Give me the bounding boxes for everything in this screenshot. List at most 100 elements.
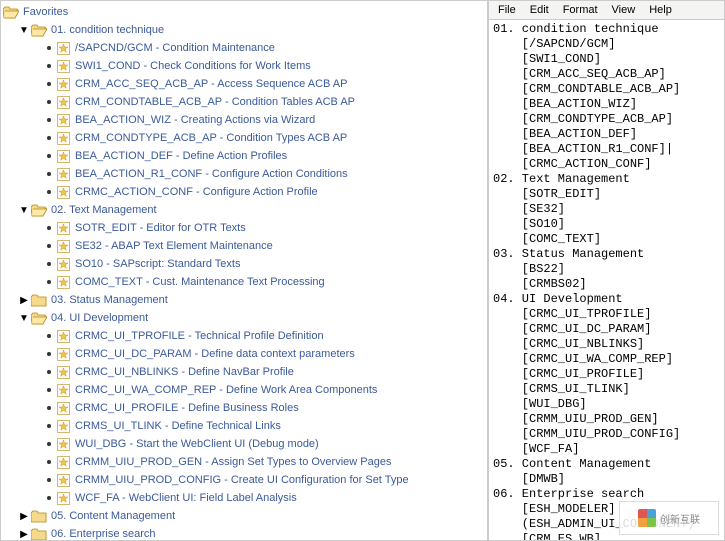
tree-item[interactable]: CRMC_UI_PROFILE - Define Business Roles <box>1 399 487 417</box>
favorite-star-icon <box>55 113 71 127</box>
favorite-star-icon <box>55 365 71 379</box>
tree-item[interactable]: /SAPCND/GCM - Condition Maintenance <box>1 39 487 57</box>
favorite-star-icon <box>55 383 71 397</box>
tree-item[interactable]: BEA_ACTION_WIZ - Creating Actions via Wi… <box>1 111 487 129</box>
tree-item-label: SOTR_EDIT - Editor for OTR Texts <box>75 222 246 234</box>
tree-item-label: CRM_CONDTYPE_ACB_AP - Condition Types AC… <box>75 132 347 144</box>
tree-item-label: CRMM_UIU_PROD_CONFIG - Create UI Configu… <box>75 474 409 486</box>
bullet-icon <box>47 64 51 68</box>
favorite-star-icon <box>55 77 71 91</box>
tree-folder[interactable]: ▶ 05. Content Management <box>1 507 487 525</box>
tree-item-label: CRMM_UIU_PROD_GEN - Assign Set Types to … <box>75 456 391 468</box>
bullet-icon <box>47 442 51 446</box>
tree-folder-label: 03. Status Management <box>51 294 168 306</box>
bullet-icon <box>47 226 51 230</box>
tree-item-label: SO10 - SAPscript: Standard Texts <box>75 258 240 270</box>
favorite-star-icon <box>55 401 71 415</box>
tree-item[interactable]: CRMC_ACTION_CONF - Configure Action Prof… <box>1 183 487 201</box>
menu-file[interactable]: File <box>493 3 521 17</box>
watermark: 创新互联 <box>619 501 719 535</box>
favorite-star-icon <box>55 149 71 163</box>
bullet-icon <box>47 154 51 158</box>
tree-item[interactable]: WCF_FA - WebClient UI: Field Label Analy… <box>1 489 487 507</box>
expand-toggle-icon[interactable]: ▶ <box>19 295 29 306</box>
tree-folder[interactable]: ▼ 04. UI Development <box>1 309 487 327</box>
tree-item-label: CRMC_UI_DC_PARAM - Define data context p… <box>75 348 355 360</box>
bullet-icon <box>47 370 51 374</box>
tree-item[interactable]: CRMM_UIU_PROD_GEN - Assign Set Types to … <box>1 453 487 471</box>
favorite-star-icon <box>55 275 71 289</box>
collapse-toggle-icon[interactable]: ▼ <box>19 205 29 216</box>
tree-item[interactable]: COMC_TEXT - Cust. Maintenance Text Proce… <box>1 273 487 291</box>
watermark-text: 创新互联 <box>660 511 700 526</box>
tree-item-label: CRMS_UI_TLINK - Define Technical Links <box>75 420 281 432</box>
tree-item[interactable]: CRMM_UIU_PROD_CONFIG - Create UI Configu… <box>1 471 487 489</box>
tree-item-label: SWI1_COND - Check Conditions for Work It… <box>75 60 311 72</box>
menu-edit[interactable]: Edit <box>525 3 554 17</box>
bullet-icon <box>47 334 51 338</box>
tree-item[interactable]: SWI1_COND - Check Conditions for Work It… <box>1 57 487 75</box>
bullet-icon <box>47 82 51 86</box>
tree-item[interactable]: CRMS_UI_TLINK - Define Technical Links <box>1 417 487 435</box>
tree-item[interactable]: CRMC_UI_WA_COMP_REP - Define Work Area C… <box>1 381 487 399</box>
tree-item-label: WCF_FA - WebClient UI: Field Label Analy… <box>75 492 297 504</box>
bullet-icon <box>47 190 51 194</box>
menu-view[interactable]: View <box>607 3 641 17</box>
tree-item[interactable]: CRM_ACC_SEQ_ACB_AP - Access Sequence ACB… <box>1 75 487 93</box>
favorite-star-icon <box>55 491 71 505</box>
tree-folder[interactable]: ▼ 02. Text Management <box>1 201 487 219</box>
tree-item[interactable]: CRMC_UI_DC_PARAM - Define data context p… <box>1 345 487 363</box>
tree-list: ▼01. condition technique/SAPCND/GCM - Co… <box>1 21 487 541</box>
folder-open-icon <box>3 5 19 19</box>
favorite-star-icon <box>55 473 71 487</box>
bullet-icon <box>47 100 51 104</box>
tree-folder-label: 05. Content Management <box>51 510 175 522</box>
tree-item[interactable]: BEA_ACTION_R1_CONF - Configure Action Co… <box>1 165 487 183</box>
expand-toggle-icon[interactable]: ▶ <box>19 511 29 522</box>
tree-item[interactable]: BEA_ACTION_DEF - Define Action Profiles <box>1 147 487 165</box>
tree-item-label: /SAPCND/GCM - Condition Maintenance <box>75 42 275 54</box>
tree-folder-label: 02. Text Management <box>51 204 157 216</box>
folder-open-icon <box>31 23 47 37</box>
text-area[interactable]: 01. condition technique [/SAPCND/GCM] [S… <box>489 20 724 540</box>
favorite-star-icon <box>55 131 71 145</box>
tree-item-label: CRMC_UI_WA_COMP_REP - Define Work Area C… <box>75 384 377 396</box>
bullet-icon <box>47 262 51 266</box>
tree-item[interactable]: SOTR_EDIT - Editor for OTR Texts <box>1 219 487 237</box>
tree-item[interactable]: CRMC_UI_NBLINKS - Define NavBar Profile <box>1 363 487 381</box>
favorite-star-icon <box>55 329 71 343</box>
tree-folder[interactable]: ▼01. condition technique <box>1 21 487 39</box>
favorites-root[interactable]: Favorites <box>1 3 487 21</box>
favorite-star-icon <box>55 59 71 73</box>
tree-item[interactable]: WUI_DBG - Start the WebClient UI (Debug … <box>1 435 487 453</box>
bullet-icon <box>47 424 51 428</box>
favorite-star-icon <box>55 419 71 433</box>
favorite-star-icon <box>55 347 71 361</box>
collapse-toggle-icon[interactable]: ▼ <box>19 313 29 324</box>
text-editor-pane: File Edit Format View Help 01. condition… <box>488 0 725 541</box>
folder-closed-icon <box>31 293 47 307</box>
bullet-icon <box>47 388 51 392</box>
tree-folder-label: 04. UI Development <box>51 312 148 324</box>
bullet-icon <box>47 46 51 50</box>
bullet-icon <box>47 406 51 410</box>
tree-item[interactable]: SO10 - SAPscript: Standard Texts <box>1 255 487 273</box>
tree-item[interactable]: CRMC_UI_TPROFILE - Technical Profile Def… <box>1 327 487 345</box>
menu-format[interactable]: Format <box>558 3 603 17</box>
tree-item[interactable]: CRM_CONDTABLE_ACB_AP - Condition Tables … <box>1 93 487 111</box>
tree-item-label: CRM_CONDTABLE_ACB_AP - Condition Tables … <box>75 96 355 108</box>
folder-open-icon <box>31 311 47 325</box>
menu-help[interactable]: Help <box>644 3 677 17</box>
favorite-star-icon <box>55 239 71 253</box>
collapse-toggle-icon[interactable]: ▼ <box>19 25 29 36</box>
tree-item-label: BEA_ACTION_WIZ - Creating Actions via Wi… <box>75 114 315 126</box>
favorites-tree-pane[interactable]: Favorites ▼01. condition technique/SAPCN… <box>0 0 488 541</box>
app-root: Favorites ▼01. condition technique/SAPCN… <box>0 0 725 541</box>
tree-folder[interactable]: ▶06. Enterprise search <box>1 525 487 541</box>
tree-item[interactable]: SE32 - ABAP Text Element Maintenance <box>1 237 487 255</box>
tree-folder[interactable]: ▶ 03. Status Management <box>1 291 487 309</box>
tree-item-label: WUI_DBG - Start the WebClient UI (Debug … <box>75 438 319 450</box>
bullet-icon <box>47 136 51 140</box>
tree-item[interactable]: CRM_CONDTYPE_ACB_AP - Condition Types AC… <box>1 129 487 147</box>
expand-toggle-icon[interactable]: ▶ <box>19 529 29 540</box>
